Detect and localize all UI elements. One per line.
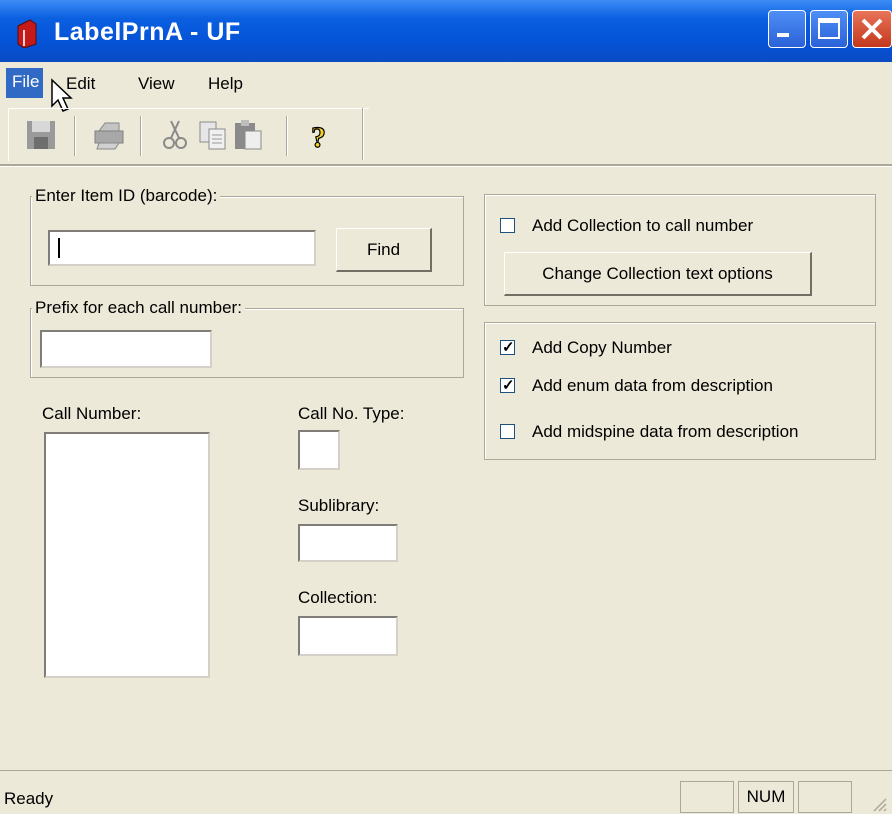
cut-icon[interactable] — [157, 117, 193, 153]
text-cursor — [58, 238, 60, 258]
item-id-input[interactable] — [48, 230, 316, 266]
toolbar-separator — [74, 116, 76, 156]
collection-label: Collection: — [298, 588, 378, 607]
add-collection-checkbox[interactable] — [500, 218, 515, 233]
minimize-button[interactable] — [768, 10, 806, 48]
maximize-icon — [818, 18, 840, 39]
status-text: Ready — [4, 789, 54, 808]
checkmark-icon: ✓ — [502, 339, 515, 356]
add-enum-data-checkbox[interactable]: ✓ — [500, 377, 515, 394]
title-bar[interactable]: LabelPrnA - UF — [0, 0, 892, 62]
copy-icon[interactable] — [195, 117, 231, 153]
item-id-label: Enter Item ID (barcode): — [32, 186, 221, 206]
minimize-icon — [777, 33, 789, 37]
prefix-input[interactable] — [40, 330, 212, 368]
paste-icon[interactable] — [231, 117, 267, 153]
menu-view[interactable]: View — [138, 74, 175, 94]
app-window: LabelPrnA - UF File Edit View Help ? Ent… — [0, 0, 892, 814]
add-copy-number-checkbox[interactable]: ✓ — [500, 339, 515, 356]
maximize-button[interactable] — [810, 10, 848, 48]
add-collection-label: Add Collection to call number — [532, 216, 754, 235]
find-button[interactable]: Find — [336, 228, 432, 272]
status-pane-scroll — [798, 781, 852, 813]
save-icon[interactable] — [23, 117, 59, 153]
close-button[interactable] — [852, 10, 892, 48]
call-no-type-field[interactable] — [298, 430, 340, 470]
prefix-label: Prefix for each call number: — [32, 298, 245, 318]
call-number-label: Call Number: — [42, 404, 142, 423]
sublibrary-label: Sublibrary: — [298, 496, 380, 515]
toolbar-divider — [0, 164, 892, 167]
collection-field[interactable] — [298, 616, 398, 656]
checkmark-icon: ✓ — [502, 377, 515, 394]
menu-bar: File Edit View Help — [0, 62, 892, 112]
toolbar-separator — [140, 116, 142, 156]
change-collection-options-button[interactable]: Change Collection text options — [504, 252, 812, 296]
close-icon — [861, 18, 883, 40]
call-no-type-label: Call No. Type: — [298, 404, 405, 423]
svg-text:?: ? — [311, 121, 326, 153]
menu-file[interactable]: File — [6, 68, 44, 98]
add-copy-number-label: Add Copy Number — [532, 338, 672, 357]
print-icon[interactable] — [91, 117, 127, 153]
add-enum-data-label: Add enum data from description — [532, 376, 773, 395]
call-number-textarea[interactable] — [44, 432, 210, 678]
window-title: LabelPrnA - UF — [54, 18, 241, 46]
sublibrary-field[interactable] — [298, 524, 398, 562]
add-midspine-data-checkbox[interactable] — [500, 424, 515, 439]
status-bar: Ready NUM — [0, 770, 892, 814]
add-midspine-data-label: Add midspine data from description — [532, 422, 799, 441]
help-icon[interactable]: ? — [301, 117, 337, 153]
status-pane-caps — [680, 781, 734, 813]
toolbar: ? — [8, 108, 369, 161]
toolbar-separator — [362, 108, 364, 160]
status-pane-num: NUM — [738, 781, 794, 813]
toolbar-separator — [286, 116, 288, 156]
app-icon — [17, 19, 37, 48]
resize-grip-icon[interactable] — [870, 795, 888, 813]
menu-help[interactable]: Help — [208, 74, 243, 94]
